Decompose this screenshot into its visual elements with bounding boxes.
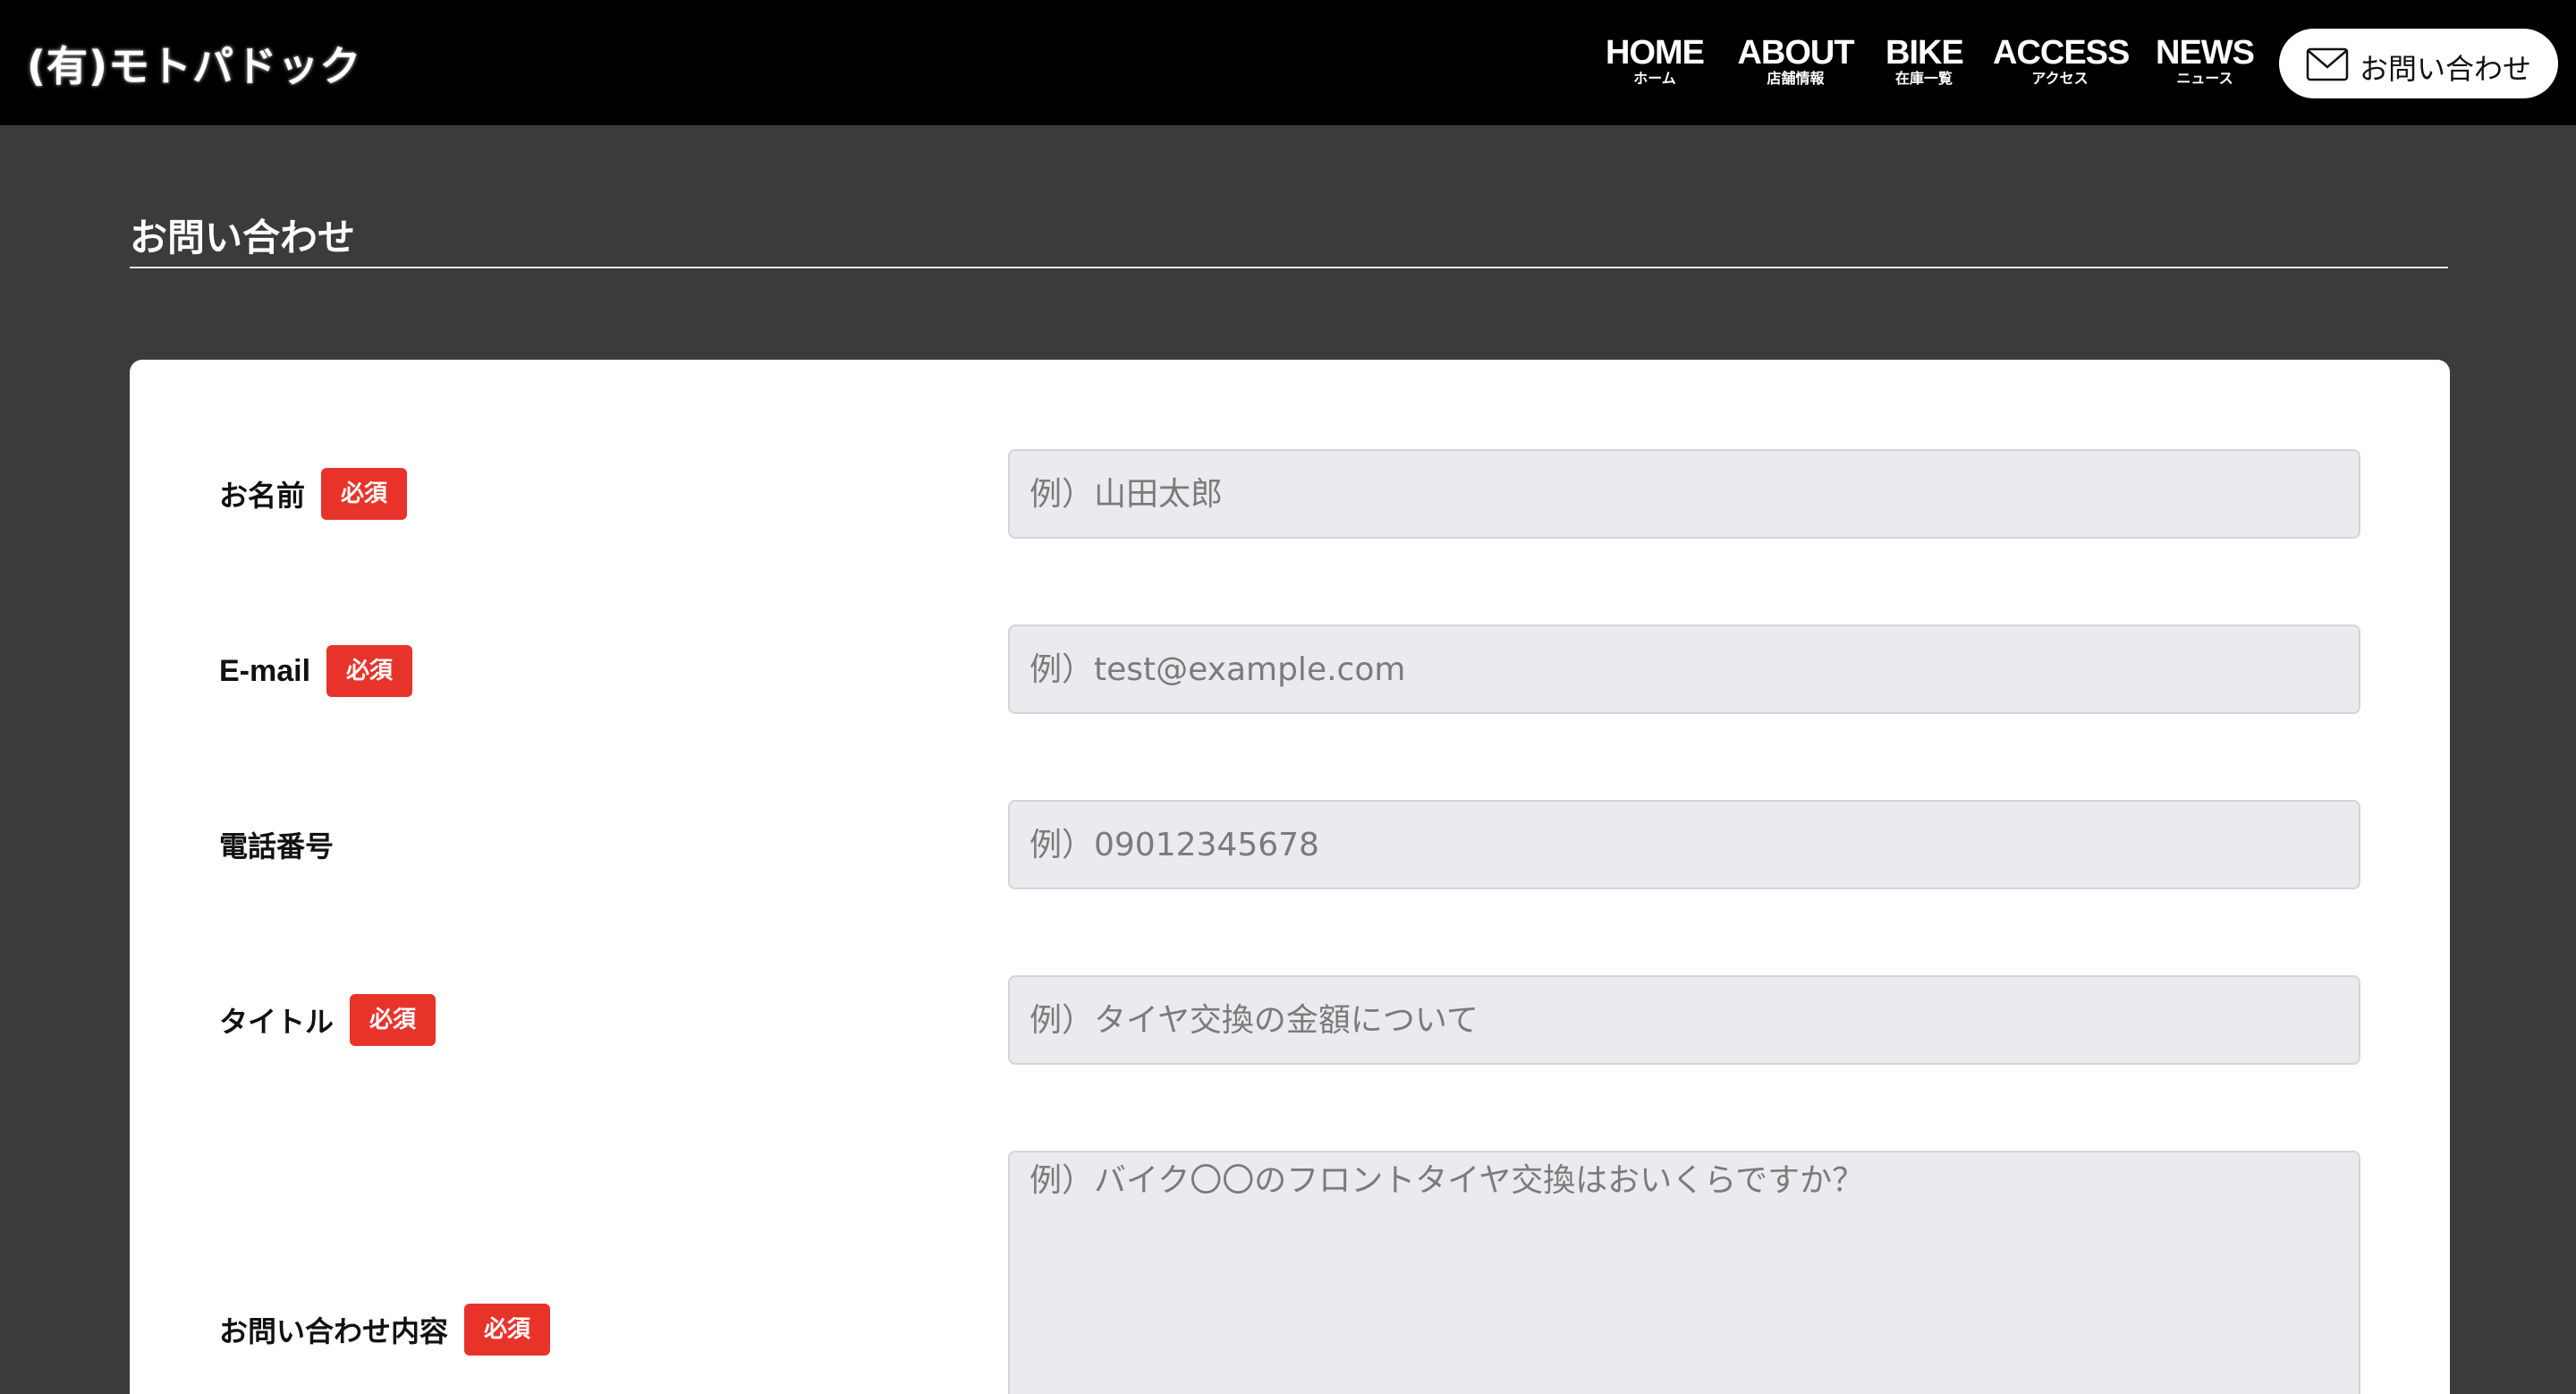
required-badge: 必須 (350, 994, 436, 1046)
title-divider (130, 267, 2448, 268)
contact-form: お名前 必須 E-mail 必須 電話番号 タイトル 必須 お問い合わせ内容 必… (130, 360, 2450, 1394)
contact-button[interactable]: お問い合わせ (2279, 29, 2558, 98)
nav-news-sublabel: ニュース (2176, 70, 2233, 87)
contact-button-label: お問い合わせ (2360, 52, 2532, 86)
mail-icon (2306, 47, 2349, 85)
required-badge: 必須 (326, 645, 413, 697)
nav-about-label: ABOUT (1737, 34, 1854, 72)
nav-about[interactable]: ABOUT 店舗情報 (1735, 36, 1856, 88)
nav-home[interactable]: HOME ホーム (1606, 34, 1705, 88)
site-header: (有)モトパドック HOME ホーム ABOUT 店舗情報 BIKE 在庫一覧 … (0, 0, 2576, 125)
nav-access-label: ACCESS (1993, 34, 2130, 72)
nav-bike[interactable]: BIKE 在庫一覧 (1885, 34, 1964, 88)
message-label: お問い合わせ内容 必須 (219, 1303, 551, 1356)
nav-access-sublabel: アクセス (2031, 70, 2089, 87)
subject-input[interactable] (1008, 975, 2360, 1065)
required-badge: 必須 (464, 1304, 551, 1356)
subject-label-text: タイトル (219, 1005, 335, 1039)
email-label: E-mail 必須 (219, 644, 413, 698)
nav-bike-label: BIKE (1885, 34, 1964, 72)
email-label-text: E-mail (219, 653, 311, 688)
phone-input[interactable] (1008, 800, 2360, 889)
subject-label: タイトル 必須 (219, 993, 436, 1047)
nav-access[interactable]: ACCESS アクセス (1993, 34, 2130, 88)
main-nav: HOME ホーム ABOUT 店舗情報 BIKE 在庫一覧 ACCESS アクセ… (0, 36, 2576, 89)
name-label-text: お名前 (219, 479, 306, 513)
phone-label: 電話番号 (219, 818, 334, 871)
phone-label-text: 電話番号 (219, 829, 335, 863)
message-label-text: お問い合わせ内容 (219, 1314, 449, 1348)
nav-news[interactable]: NEWS ニュース (2156, 34, 2255, 88)
page-title: お問い合わせ (130, 216, 356, 259)
nav-news-label: NEWS (2156, 34, 2255, 72)
name-input[interactable] (1008, 449, 2360, 539)
required-badge: 必須 (321, 468, 408, 520)
nav-about-sublabel: 店舗情報 (1767, 70, 1825, 87)
message-textarea[interactable] (1008, 1151, 2360, 1394)
nav-home-sublabel: ホーム (1633, 70, 1676, 87)
email-input[interactable] (1008, 625, 2360, 714)
name-label: お名前 必須 (219, 467, 408, 521)
nav-home-label: HOME (1606, 34, 1705, 72)
nav-bike-sublabel: 在庫一覧 (1894, 70, 1953, 87)
